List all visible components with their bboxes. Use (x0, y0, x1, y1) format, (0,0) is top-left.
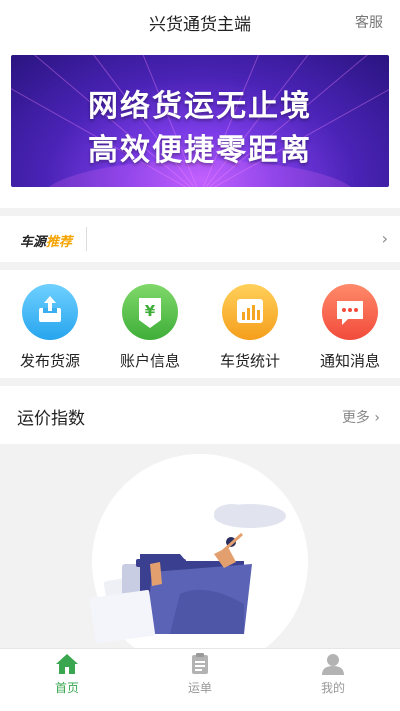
vehicle-recommend-logo: 车源推荐 (20, 231, 72, 250)
tab-label: 我的 (320, 681, 345, 695)
bar-chart-icon (222, 284, 278, 340)
empty-state-illustration (0, 444, 400, 648)
folder-illustration (89, 454, 308, 648)
quick-action-vehicle-cargo-stats[interactable]: 车货统计 (200, 284, 300, 371)
quick-action-notifications[interactable]: 通知消息 (300, 284, 400, 371)
home-icon (56, 654, 78, 674)
user-icon (322, 654, 344, 675)
tab-waybill[interactable]: 运单 (155, 653, 245, 696)
chevron-right-icon[interactable]: › (382, 229, 388, 248)
quick-action-label: 账户信息 (119, 352, 180, 370)
page-title: 兴货通货主端 (149, 15, 251, 35)
bottom-tab-bar: 首页 运单 我的 (0, 648, 400, 711)
chat-bubble-icon (322, 284, 378, 340)
freight-index-header: 运价指数 更多 › (0, 386, 400, 444)
upload-tray-icon (22, 284, 78, 340)
svg-text:¥: ¥ (145, 302, 156, 320)
tab-label: 运单 (187, 681, 212, 695)
logo-part-2: 推荐 (46, 235, 73, 250)
quick-actions: 发布货源 ¥ 账户信息 车货统计 通知消息 (0, 270, 400, 378)
yen-wallet-icon: ¥ (122, 284, 178, 340)
tab-mine[interactable]: 我的 (288, 653, 378, 696)
logo-divider (86, 227, 87, 251)
customer-service-link[interactable]: 客服 (355, 12, 383, 32)
tab-home[interactable]: 首页 (22, 653, 112, 696)
quick-action-label: 通知消息 (319, 352, 380, 370)
banner-line-1: 网络货运无止境 (88, 89, 312, 124)
quick-action-label: 车货统计 (219, 352, 280, 370)
quick-action-label: 发布货源 (19, 352, 80, 370)
tab-label: 首页 (54, 681, 79, 695)
banner-section: 网络货运无止境 高效便捷零距离 (0, 44, 400, 208)
promo-banner[interactable]: 网络货运无止境 高效便捷零距离 (11, 55, 389, 187)
top-bar: 兴货通货主端 客服 (0, 0, 400, 44)
freight-index-more-link[interactable]: 更多 › (342, 407, 380, 427)
banner-line-2: 高效便捷零距离 (88, 133, 312, 168)
logo-part-1: 车源 (20, 235, 47, 250)
quick-action-publish-cargo[interactable]: 发布货源 (0, 284, 100, 371)
clipboard-icon (192, 653, 208, 674)
quick-action-account-info[interactable]: ¥ 账户信息 (100, 284, 200, 371)
freight-index-title: 运价指数 (17, 409, 85, 429)
vehicle-recommend-bar[interactable]: 车源推荐 › (0, 216, 400, 262)
